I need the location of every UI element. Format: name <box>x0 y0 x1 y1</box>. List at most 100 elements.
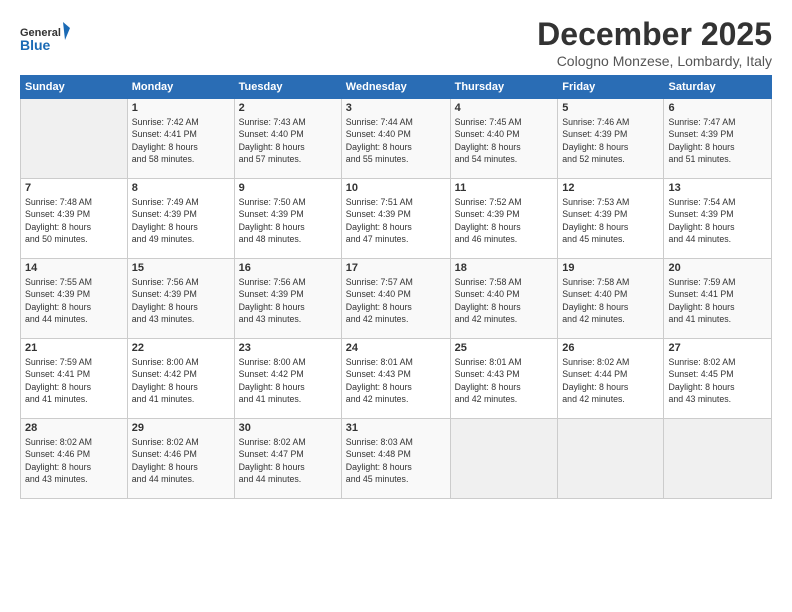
day-number: 4 <box>455 102 554 114</box>
day-number: 6 <box>668 102 767 114</box>
location: Cologno Monzese, Lombardy, Italy <box>537 53 772 69</box>
week-row-1: 1 Sunrise: 7:42 AMSunset: 4:41 PMDaylight… <box>21 99 772 179</box>
logo-svg: General Blue <box>20 20 70 65</box>
svg-text:Blue: Blue <box>20 37 51 53</box>
day-info: Sunrise: 8:02 AMSunset: 4:46 PMDaylight:… <box>25 436 123 485</box>
calendar-cell: 27 Sunrise: 8:02 AMSunset: 4:45 PMDayligh… <box>664 339 772 419</box>
day-number: 11 <box>455 182 554 194</box>
calendar-cell: 23 Sunrise: 8:00 AMSunset: 4:42 PMDayligh… <box>234 339 341 419</box>
calendar-cell: 10Sunrise: 7:51 AMSunset: 4:39 PMDayligh… <box>341 179 450 259</box>
calendar-cell <box>664 419 772 499</box>
calendar-cell: 2Sunrise: 7:43 AMSunset: 4:40 PMDaylight… <box>234 99 341 179</box>
page-header: General Blue December 2025 Cologno Monze… <box>20 16 772 69</box>
day-number: 16 <box>239 262 337 274</box>
col-header-saturday: Saturday <box>664 76 772 99</box>
day-info: Sunrise: 8:01 AMSunset: 4:43 PMDaylight:… <box>346 356 446 405</box>
day-info: Sunrise: 7:59 AMSunset: 4:41 PMDaylight:… <box>25 356 123 405</box>
day-info: Sunrise: 7:58 AMSunset: 4:40 PMDaylight:… <box>562 276 659 325</box>
calendar-cell <box>21 99 128 179</box>
calendar-cell: 30 Sunrise: 8:02 AMSunset: 4:47 PMDayligh… <box>234 419 341 499</box>
calendar-cell: 16 Sunrise: 7:56 AMSunset: 4:39 PMDayligh… <box>234 259 341 339</box>
calendar-cell: 3Sunrise: 7:44 AMSunset: 4:40 PMDaylight… <box>341 99 450 179</box>
month-title: December 2025 <box>537 16 772 53</box>
calendar-cell: 15 Sunrise: 7:56 AMSunset: 4:39 PMDayligh… <box>127 259 234 339</box>
day-number: 14 <box>25 262 123 274</box>
calendar-cell: 18 Sunrise: 7:58 AMSunset: 4:40 PMDayligh… <box>450 259 558 339</box>
day-number: 29 <box>132 422 230 434</box>
day-info: Sunrise: 8:02 AMSunset: 4:46 PMDaylight:… <box>132 436 230 485</box>
day-info: Sunrise: 8:02 AMSunset: 4:47 PMDaylight:… <box>239 436 337 485</box>
logo: General Blue <box>20 20 70 65</box>
day-info: Sunrise: 7:56 AMSunset: 4:39 PMDaylight:… <box>132 276 230 325</box>
day-number: 30 <box>239 422 337 434</box>
calendar-cell: 7 Sunrise: 7:48 AMSunset: 4:39 PMDaylight… <box>21 179 128 259</box>
calendar-cell: 31 Sunrise: 8:03 AMSunset: 4:48 PMDayligh… <box>341 419 450 499</box>
day-info: Sunrise: 8:02 AMSunset: 4:45 PMDaylight:… <box>668 356 767 405</box>
calendar-cell: 1 Sunrise: 7:42 AMSunset: 4:41 PMDaylight… <box>127 99 234 179</box>
calendar-cell: 9Sunrise: 7:50 AMSunset: 4:39 PMDaylight… <box>234 179 341 259</box>
day-number: 26 <box>562 342 659 354</box>
day-number: 23 <box>239 342 337 354</box>
day-number: 31 <box>346 422 446 434</box>
day-info: Sunrise: 7:55 AMSunset: 4:39 PMDaylight:… <box>25 276 123 325</box>
calendar-cell: 8Sunrise: 7:49 AMSunset: 4:39 PMDaylight… <box>127 179 234 259</box>
day-info: Sunrise: 7:59 AMSunset: 4:41 PMDaylight:… <box>668 276 767 325</box>
day-info: Sunrise: 7:57 AMSunset: 4:40 PMDaylight:… <box>346 276 446 325</box>
day-info: Sunrise: 7:50 AMSunset: 4:39 PMDaylight:… <box>239 196 337 245</box>
day-number: 27 <box>668 342 767 354</box>
day-info: Sunrise: 7:53 AMSunset: 4:39 PMDaylight:… <box>562 196 659 245</box>
day-info: Sunrise: 8:00 AMSunset: 4:42 PMDaylight:… <box>239 356 337 405</box>
calendar-cell <box>558 419 664 499</box>
day-number: 1 <box>132 102 230 114</box>
day-info: Sunrise: 7:46 AMSunset: 4:39 PMDaylight:… <box>562 116 659 165</box>
day-number: 22 <box>132 342 230 354</box>
day-info: Sunrise: 7:48 AMSunset: 4:39 PMDaylight:… <box>25 196 123 245</box>
day-number: 19 <box>562 262 659 274</box>
week-row-2: 7 Sunrise: 7:48 AMSunset: 4:39 PMDaylight… <box>21 179 772 259</box>
col-header-tuesday: Tuesday <box>234 76 341 99</box>
col-header-friday: Friday <box>558 76 664 99</box>
day-info: Sunrise: 7:56 AMSunset: 4:39 PMDaylight:… <box>239 276 337 325</box>
col-header-wednesday: Wednesday <box>341 76 450 99</box>
day-info: Sunrise: 7:42 AMSunset: 4:41 PMDaylight:… <box>132 116 230 165</box>
day-number: 28 <box>25 422 123 434</box>
day-info: Sunrise: 8:00 AMSunset: 4:42 PMDaylight:… <box>132 356 230 405</box>
day-info: Sunrise: 7:54 AMSunset: 4:39 PMDaylight:… <box>668 196 767 245</box>
day-info: Sunrise: 7:51 AMSunset: 4:39 PMDaylight:… <box>346 196 446 245</box>
day-number: 5 <box>562 102 659 114</box>
calendar-cell: 12 Sunrise: 7:53 AMSunset: 4:39 PMDayligh… <box>558 179 664 259</box>
calendar-header-row: SundayMondayTuesdayWednesdayThursdayFrid… <box>21 76 772 99</box>
calendar-cell: 17 Sunrise: 7:57 AMSunset: 4:40 PMDayligh… <box>341 259 450 339</box>
col-header-monday: Monday <box>127 76 234 99</box>
day-info: Sunrise: 7:52 AMSunset: 4:39 PMDaylight:… <box>455 196 554 245</box>
day-number: 7 <box>25 182 123 194</box>
day-number: 17 <box>346 262 446 274</box>
day-number: 3 <box>346 102 446 114</box>
calendar-cell: 26 Sunrise: 8:02 AMSunset: 4:44 PMDayligh… <box>558 339 664 419</box>
day-info: Sunrise: 8:02 AMSunset: 4:44 PMDaylight:… <box>562 356 659 405</box>
calendar-cell: 25Sunrise: 8:01 AMSunset: 4:43 PMDayligh… <box>450 339 558 419</box>
day-number: 8 <box>132 182 230 194</box>
day-info: Sunrise: 7:43 AMSunset: 4:40 PMDaylight:… <box>239 116 337 165</box>
title-area: December 2025 Cologno Monzese, Lombardy,… <box>537 16 772 69</box>
week-row-3: 14 Sunrise: 7:55 AMSunset: 4:39 PMDayligh… <box>21 259 772 339</box>
day-number: 24 <box>346 342 446 354</box>
calendar-cell: 21Sunrise: 7:59 AMSunset: 4:41 PMDayligh… <box>21 339 128 419</box>
day-number: 18 <box>455 262 554 274</box>
col-header-thursday: Thursday <box>450 76 558 99</box>
calendar-cell: 5 Sunrise: 7:46 AMSunset: 4:39 PMDaylight… <box>558 99 664 179</box>
calendar-cell: 28 Sunrise: 8:02 AMSunset: 4:46 PMDayligh… <box>21 419 128 499</box>
week-row-5: 28 Sunrise: 8:02 AMSunset: 4:46 PMDayligh… <box>21 419 772 499</box>
day-info: Sunrise: 7:58 AMSunset: 4:40 PMDaylight:… <box>455 276 554 325</box>
col-header-sunday: Sunday <box>21 76 128 99</box>
day-info: Sunrise: 7:45 AMSunset: 4:40 PMDaylight:… <box>455 116 554 165</box>
calendar-cell: 14 Sunrise: 7:55 AMSunset: 4:39 PMDayligh… <box>21 259 128 339</box>
day-number: 12 <box>562 182 659 194</box>
day-info: Sunrise: 8:03 AMSunset: 4:48 PMDaylight:… <box>346 436 446 485</box>
day-number: 15 <box>132 262 230 274</box>
day-info: Sunrise: 7:47 AMSunset: 4:39 PMDaylight:… <box>668 116 767 165</box>
day-number: 25 <box>455 342 554 354</box>
calendar-table: SundayMondayTuesdayWednesdayThursdayFrid… <box>20 75 772 499</box>
calendar-cell: 20Sunrise: 7:59 AMSunset: 4:41 PMDayligh… <box>664 259 772 339</box>
calendar-cell: 22 Sunrise: 8:00 AMSunset: 4:42 PMDayligh… <box>127 339 234 419</box>
